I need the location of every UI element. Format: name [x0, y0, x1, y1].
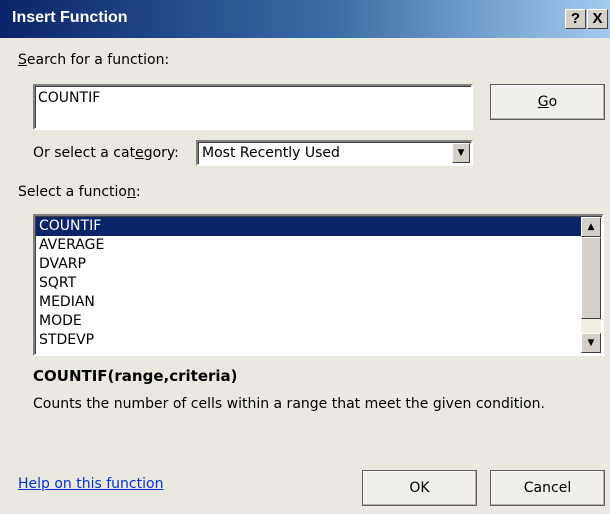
category-label-mnemonic: e — [135, 145, 144, 161]
function-list-item[interactable]: MEDIAN — [36, 293, 583, 312]
search-input-value: COUNTIF — [38, 90, 101, 106]
category-label: Or select a category: — [33, 145, 179, 161]
function-list-label-mnemonic: n — [127, 184, 136, 200]
insert-function-dialog: Insert Function ? X Search for a functio… — [0, 0, 610, 514]
function-list-item[interactable]: MODE — [36, 312, 583, 331]
function-list-label-post: : — [135, 184, 141, 200]
function-list-scrollbar[interactable]: ▲ ▼ — [581, 217, 601, 353]
search-label: Search for a function: — [18, 52, 169, 68]
function-signature: COUNTIF(range,criteria) — [33, 367, 238, 385]
help-button[interactable]: ? — [565, 9, 586, 29]
function-list[interactable]: COUNTIF AVERAGE DVARP SQRT MEDIAN MODE STDEVP … — [33, 214, 604, 356]
dialog-title: Insert Function — [12, 9, 128, 26]
go-button-rest: o — [548, 94, 558, 110]
scroll-down-icon[interactable]: ▼ — [581, 333, 601, 353]
search-label-rest: earch for a function: — [26, 52, 170, 68]
ok-button[interactable]: OK — [362, 470, 477, 506]
category-selected-value: Most Recently Used — [202, 145, 340, 161]
function-list-item[interactable]: STDEVP — [36, 331, 583, 350]
category-label-post: gory: — [143, 145, 179, 161]
scroll-up-icon[interactable]: ▲ — [581, 217, 601, 237]
cancel-button[interactable]: Cancel — [490, 470, 605, 506]
category-dropdown[interactable]: Most Recently Used ▼ — [196, 140, 473, 166]
scrollbar-thumb[interactable] — [581, 237, 601, 319]
function-list-items: COUNTIF AVERAGE DVARP SQRT MEDIAN MODE STDEVP — [36, 217, 583, 350]
go-button[interactable]: Go — [490, 84, 605, 120]
chevron-down-icon[interactable]: ▼ — [452, 143, 470, 163]
go-button-mnemonic: G — [537, 94, 549, 110]
function-list-item[interactable]: DVARP — [36, 255, 583, 274]
title-bar[interactable]: Insert Function ? X — [0, 0, 610, 38]
function-list-label: Select a function: — [18, 184, 141, 200]
help-on-function-link[interactable]: Help on this function — [18, 476, 163, 492]
function-list-item[interactable]: SQRT — [36, 274, 583, 293]
search-label-mnemonic: S — [18, 52, 27, 68]
category-label-pre: Or select a cat — [33, 145, 136, 161]
function-list-item[interactable]: AVERAGE — [36, 236, 583, 255]
function-description: Counts the number of cells within a rang… — [33, 396, 546, 412]
search-input[interactable]: COUNTIF — [33, 84, 473, 130]
close-button[interactable]: X — [587, 9, 608, 29]
function-list-item[interactable]: COUNTIF — [36, 217, 583, 236]
function-list-label-pre: Select a functio — [18, 184, 127, 200]
